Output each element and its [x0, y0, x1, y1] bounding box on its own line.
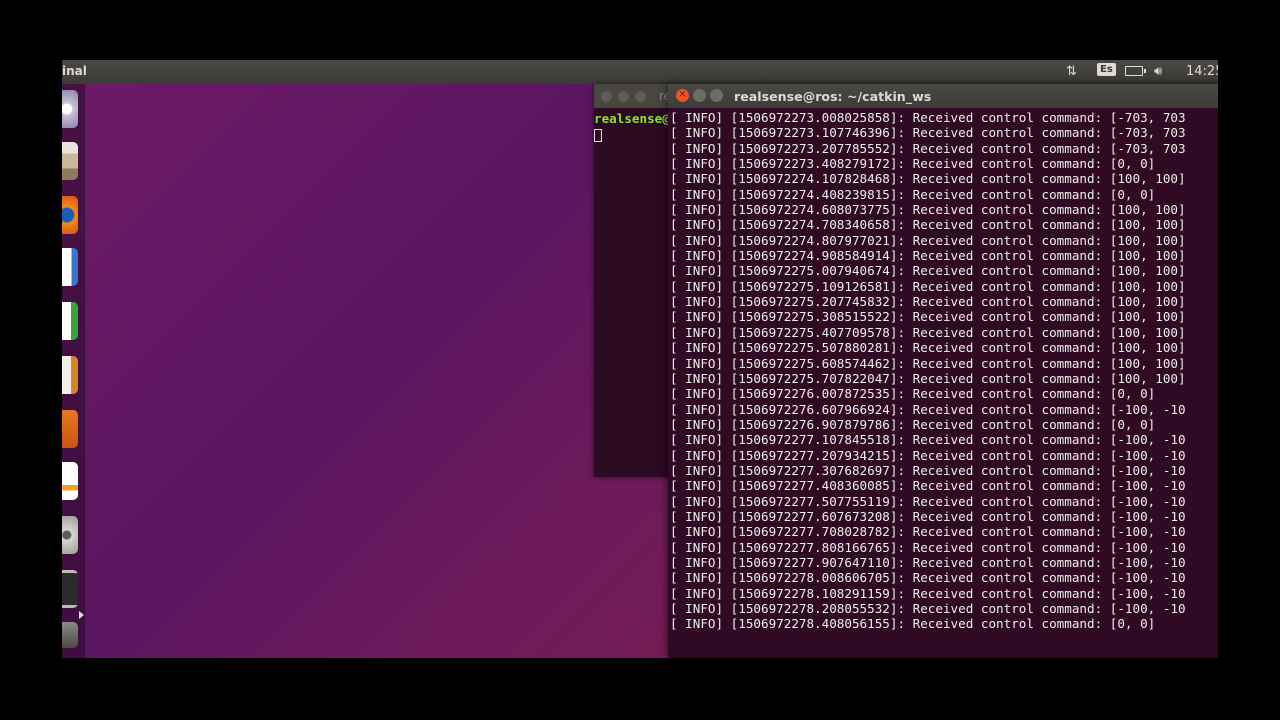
log-line: [ INFO] [1506972275.207745832]: Received… [670, 294, 1186, 310]
desktop-screen: inal ⇅ Es 🔊︎ 14:25 re realsense@ ✕ [62, 60, 1218, 658]
log-line: [ INFO] [1506972275.707822047]: Received… [670, 370, 1186, 386]
files-icon[interactable] [62, 142, 78, 180]
back-maximize-icon[interactable] [635, 91, 646, 102]
log-line: [ INFO] [1506972278.408056155]: Received… [670, 616, 1156, 632]
log-line: [ INFO] [1506972277.408360085]: Received… [670, 478, 1186, 494]
volume-icon[interactable]: 🔊︎ [1154, 64, 1162, 79]
log-line: [ INFO] [1506972277.307682697]: Received… [670, 462, 1186, 478]
log-line: [ INFO] [1506972274.408239815]: Received… [670, 186, 1156, 202]
panel-app-title: inal [62, 64, 87, 78]
log-line: [ INFO] [1506972275.308515522]: Received… [670, 309, 1186, 325]
battery-icon[interactable] [1125, 66, 1146, 76]
launcher-divider [84, 84, 85, 658]
log-line: [ INFO] [1506972278.008606705]: Received… [670, 570, 1186, 586]
log-line: [ INFO] [1506972273.107746396]: Received… [670, 125, 1186, 141]
network-arrows-icon[interactable]: ⇅ [1066, 64, 1077, 79]
keyboard-layout-icon[interactable]: Es [1097, 63, 1116, 76]
log-line: [ INFO] [1506972274.107828468]: Received… [670, 171, 1186, 187]
log-line: [ INFO] [1506972277.907647110]: Received… [670, 554, 1186, 570]
launcher [62, 84, 84, 658]
log-line: [ INFO] [1506972275.407709578]: Received… [670, 324, 1186, 340]
log-line: [ INFO] [1506972277.808166765]: Received… [670, 539, 1186, 555]
top-panel: inal ⇅ Es 🔊︎ 14:25 [62, 60, 1218, 84]
terminal-icon[interactable] [62, 570, 78, 608]
close-icon[interactable]: ✕ [676, 89, 689, 102]
log-line: [ INFO] [1506972277.207934215]: Received… [670, 447, 1186, 463]
log-line: [ INFO] [1506972274.908584914]: Received… [670, 248, 1186, 264]
calc-icon[interactable] [62, 302, 78, 340]
log-line: [ INFO] [1506972274.807977021]: Received… [670, 232, 1186, 248]
back-close-icon[interactable] [601, 91, 612, 102]
writer-icon[interactable] [62, 248, 78, 286]
log-line: [ INFO] [1506972277.507755119]: Received… [670, 493, 1186, 509]
log-line: [ INFO] [1506972275.507880281]: Received… [670, 340, 1186, 356]
log-line: [ INFO] [1506972273.207785552]: Received… [670, 140, 1186, 156]
back-terminal-titlebar[interactable]: re [594, 84, 674, 108]
log-line: [ INFO] [1506972274.608073775]: Received… [670, 202, 1186, 218]
back-minimize-icon[interactable] [618, 91, 629, 102]
terminal-output[interactable]: [ INFO] [1506972273.008025858]: Received… [670, 110, 1218, 658]
terminal-cursor [594, 129, 602, 142]
log-line: [ INFO] [1506972277.107845518]: Received… [670, 432, 1186, 448]
log-line: [ INFO] [1506972277.708028782]: Received… [670, 524, 1186, 540]
log-line: [ INFO] [1506972273.408279172]: Received… [670, 156, 1156, 172]
impress-icon[interactable] [62, 356, 78, 394]
front-terminal-window[interactable]: ✕ realsense@ros: ~/catkin_ws [ INFO] [15… [668, 84, 1218, 658]
front-terminal-title: realsense@ros: ~/catkin_ws [734, 89, 932, 104]
front-terminal-titlebar[interactable]: ✕ realsense@ros: ~/catkin_ws [668, 84, 1218, 108]
log-line: [ INFO] [1506972276.007872535]: Received… [670, 386, 1156, 402]
clock[interactable]: 14:25 [1186, 64, 1218, 79]
back-terminal-window[interactable]: re realsense@ [594, 84, 674, 477]
back-terminal-prompt: realsense@ [594, 111, 670, 126]
ubuntu-software-icon[interactable] [62, 90, 78, 128]
system-settings-icon[interactable] [62, 516, 78, 554]
firefox-icon[interactable] [62, 196, 78, 234]
more-icon[interactable] [62, 622, 78, 648]
software-center-icon[interactable] [62, 410, 78, 448]
amazon-icon[interactable] [62, 462, 78, 500]
log-line: [ INFO] [1506972274.708340658]: Received… [670, 217, 1186, 233]
maximize-icon[interactable] [710, 89, 723, 102]
log-line: [ INFO] [1506972276.607966924]: Received… [670, 401, 1186, 417]
log-line: [ INFO] [1506972275.608574462]: Received… [670, 355, 1186, 371]
log-line: [ INFO] [1506972278.208055532]: Received… [670, 601, 1186, 616]
log-line: [ INFO] [1506972275.007940674]: Received… [670, 263, 1186, 279]
log-line: [ INFO] [1506972278.108291159]: Received… [670, 585, 1186, 601]
minimize-icon[interactable] [693, 89, 706, 102]
log-line: [ INFO] [1506972273.008025858]: Received… [670, 110, 1186, 125]
log-line: [ INFO] [1506972276.907879786]: Received… [670, 416, 1156, 432]
log-line: [ INFO] [1506972275.109126581]: Received… [670, 278, 1186, 294]
log-line: [ INFO] [1506972277.607673208]: Received… [670, 508, 1186, 524]
